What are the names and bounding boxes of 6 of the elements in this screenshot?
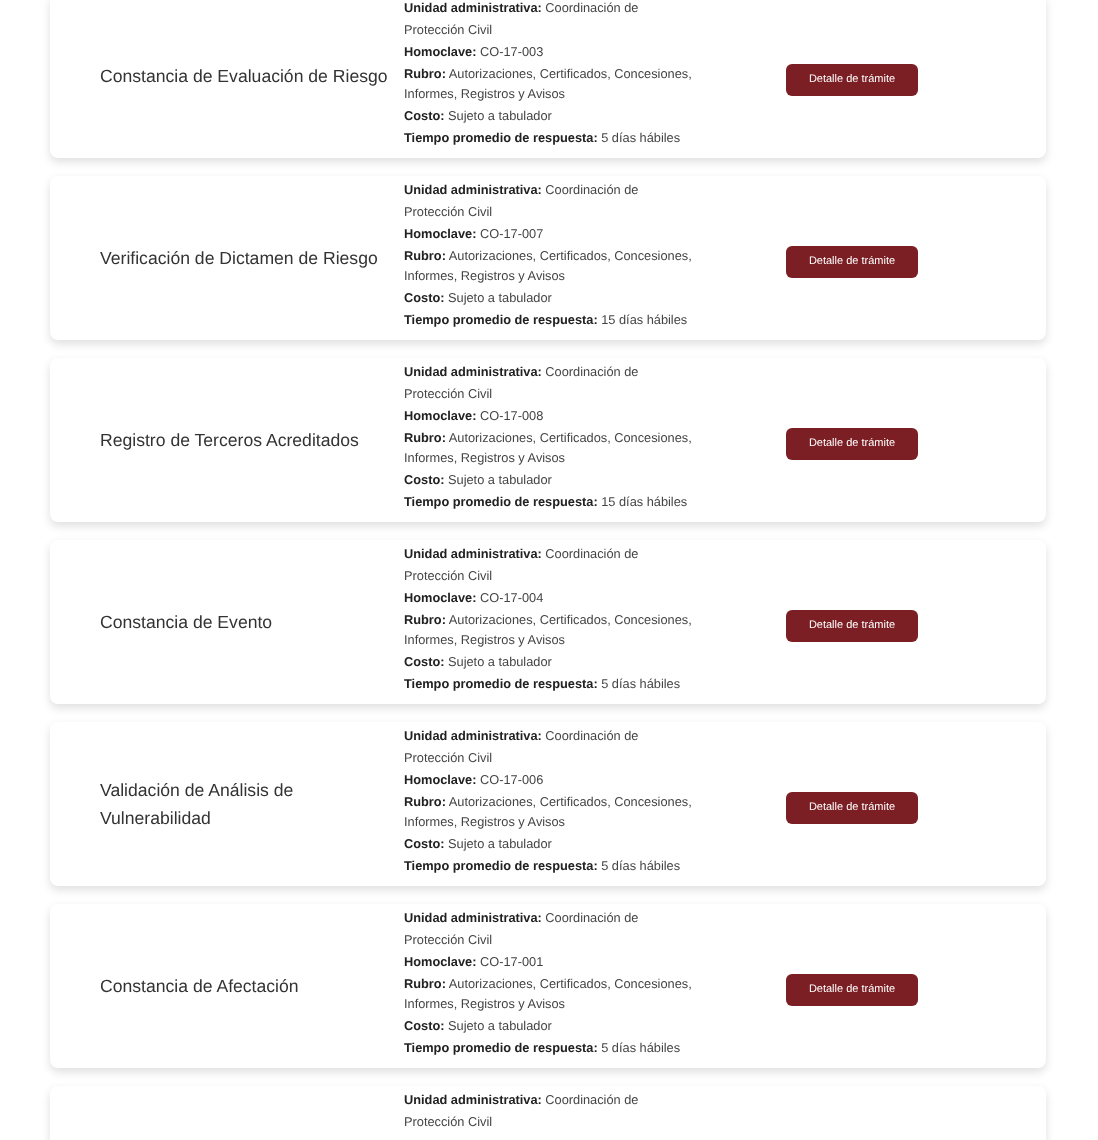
- tramite-title: Validación de Análisis de Vulnerabilidad: [100, 778, 296, 832]
- tramite-title: Constancia de Evaluación de Riesgo: [100, 64, 390, 90]
- tramite-title: Registro de Terceros Acreditados: [100, 428, 361, 454]
- tramite-title: Constancia de Afectación: [100, 974, 301, 1000]
- tramite-title: Verificación de Dictamen de Riesgo: [100, 246, 380, 272]
- tramite-title: Constancia de Evento: [100, 610, 275, 636]
